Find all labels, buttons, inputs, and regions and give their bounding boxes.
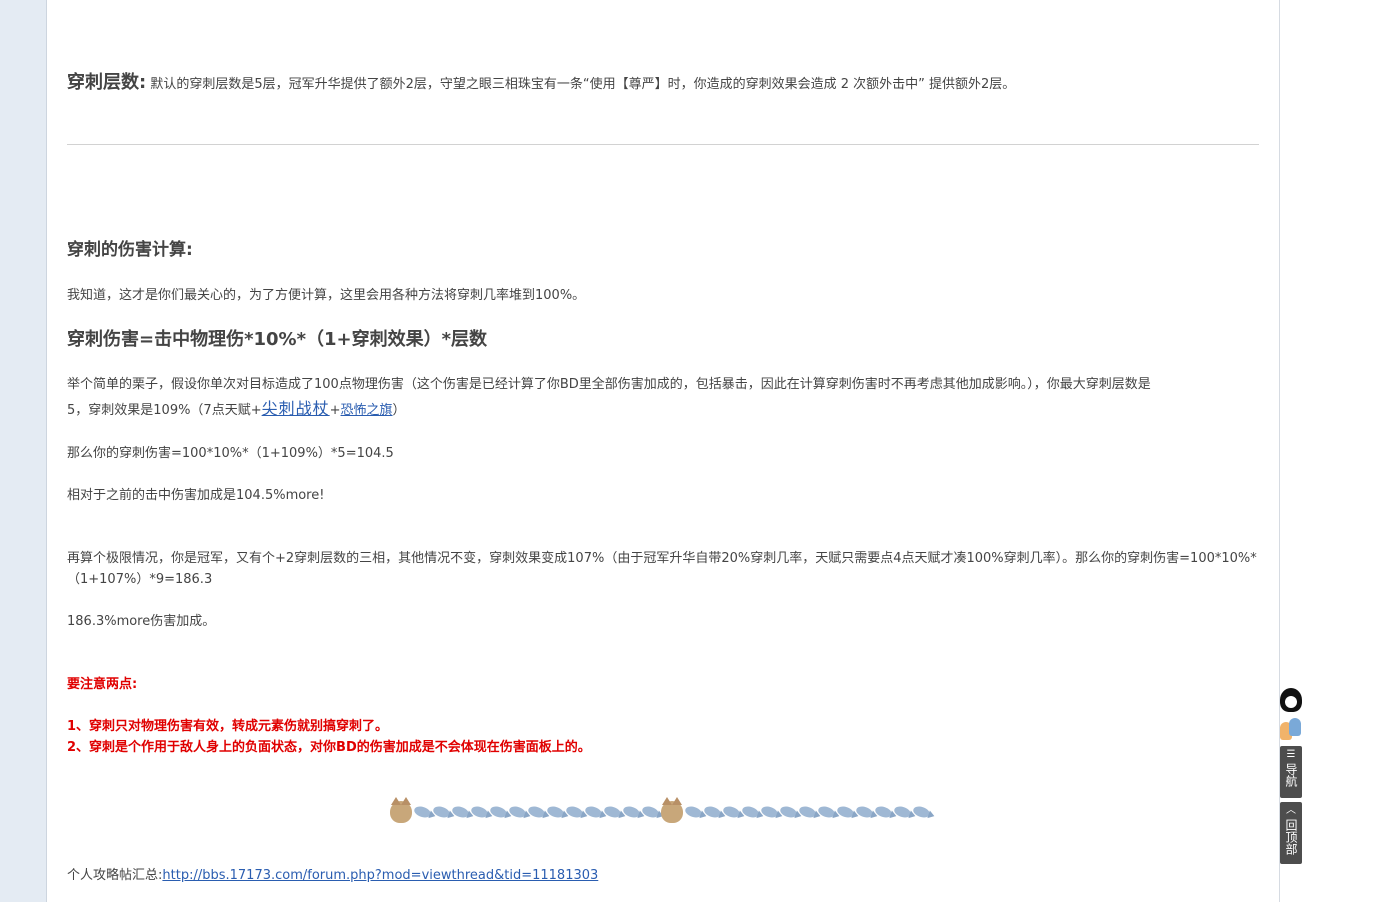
spiked-staff-link[interactable]: 尖刺战杖 xyxy=(262,399,330,418)
cat-icon xyxy=(661,797,683,823)
layers-paragraph: 穿刺层数: 默认的穿刺层数是5层，冠军升华提供了额外2层，守望之眼三相珠宝有一条… xyxy=(67,70,1015,98)
plus-sign: + xyxy=(329,403,341,418)
side-toolbar: ☰ 导航 ︿ 回顶部 xyxy=(1280,688,1302,864)
emoji-decoration-row xyxy=(390,797,932,824)
footer-line: 个人攻略帖汇总:http://bbs.17173.com/forum.php?m… xyxy=(67,865,598,886)
layers-heading: 穿刺层数: xyxy=(67,72,147,93)
example-line-1: 举个简单的栗子，假设你单次对目标造成了100点物理伤害（这个伤害是已经计算了你B… xyxy=(67,377,1151,392)
extreme-case: 再算个极限情况，你是冠军，又有个+2穿刺层数的三相，其他情况不变，穿刺效果变成1… xyxy=(67,551,1257,587)
top-label: 回顶部 xyxy=(1284,819,1298,855)
nav-button[interactable]: ☰ 导航 xyxy=(1280,746,1302,798)
chevron-up-icon: ︿ xyxy=(1286,805,1296,816)
dread-banner-link[interactable]: 恐怖之旗 xyxy=(341,403,393,418)
list-icon: ☰ xyxy=(1286,749,1296,760)
users-icon[interactable] xyxy=(1280,718,1302,740)
nav-label: 导航 xyxy=(1284,763,1298,787)
damage-intro: 我知道，这才是你们最关心的，为了方便计算，这里会用各种方法将穿刺几率堆到100%… xyxy=(67,288,586,303)
notes-heading: 要注意两点: xyxy=(67,677,138,692)
layers-text: 默认的穿刺层数是5层，冠军升华提供了额外2层，守望之眼三相珠宝有一条“使用【尊严… xyxy=(150,77,1016,92)
damage-formula: 穿刺伤害=击中物理伤*10%*（1+穿刺效果）*层数 xyxy=(67,329,488,350)
qq-icon[interactable] xyxy=(1280,688,1302,712)
note-item-1: 1、穿刺只对物理伤害有效，转成元素伤就别搞穿刺了。 xyxy=(67,719,389,734)
calc-1-result: 相对于之前的击中伤害加成是104.5%more! xyxy=(67,488,325,503)
footer-label: 个人攻略帖汇总: xyxy=(67,868,163,883)
note-item-2: 2、穿刺是个作用于敌人身上的负面状态，对你BD的伤害加成是不会体现在伤害面板上的… xyxy=(67,740,591,755)
example-prefix: 5，穿刺效果是109%（7点天赋+ xyxy=(67,403,262,418)
damage-heading: 穿刺的伤害计算: xyxy=(67,240,193,260)
divider xyxy=(67,144,1259,145)
cat-icon xyxy=(390,797,412,823)
left-page-margin xyxy=(0,0,47,902)
fish-icon xyxy=(412,804,433,820)
back-to-top-button[interactable]: ︿ 回顶部 xyxy=(1280,802,1302,864)
example-line-2: 5，穿刺效果是109%（7点天赋+尖刺战杖+恐怖之旗） xyxy=(67,397,406,423)
example-suffix: ） xyxy=(392,403,406,418)
guide-collection-link[interactable]: http://bbs.17173.com/forum.php?mod=viewt… xyxy=(162,868,598,883)
extreme-result: 186.3%more伤害加成。 xyxy=(67,614,216,629)
calc-1: 那么你的穿刺伤害=100*10%*（1+109%）*5=104.5 xyxy=(67,446,394,461)
fish-icon xyxy=(683,804,704,820)
